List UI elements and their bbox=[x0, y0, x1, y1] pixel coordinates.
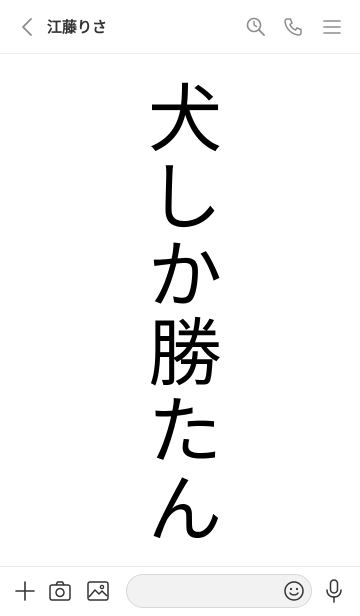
chat-header: 江藤りさ bbox=[0, 0, 360, 54]
search-clock-icon bbox=[246, 17, 265, 36]
search-button[interactable] bbox=[242, 13, 270, 41]
microphone-icon bbox=[326, 579, 342, 603]
camera-icon bbox=[49, 581, 71, 601]
message-char: 犬 bbox=[148, 77, 222, 163]
camera-button[interactable] bbox=[46, 577, 74, 605]
image-button[interactable] bbox=[84, 577, 112, 605]
hamburger-menu-icon bbox=[323, 20, 341, 34]
back-button[interactable] bbox=[14, 13, 40, 41]
message-input-bar bbox=[0, 566, 360, 616]
message-char: ん bbox=[148, 467, 222, 553]
emoji-button[interactable] bbox=[280, 577, 308, 605]
emoji-icon bbox=[284, 581, 304, 601]
phone-icon bbox=[284, 18, 302, 36]
menu-button[interactable] bbox=[318, 13, 346, 41]
message-char: 勝 bbox=[148, 311, 222, 397]
message-char: し bbox=[148, 155, 222, 241]
image-icon bbox=[87, 581, 109, 601]
vertical-message: 犬 し か 勝 た ん bbox=[140, 81, 230, 549]
chat-area: 犬 し か 勝 た ん bbox=[0, 55, 360, 565]
chevron-left-icon bbox=[22, 18, 32, 36]
chat-title: 江藤りさ bbox=[47, 18, 108, 36]
plus-icon bbox=[15, 581, 35, 601]
microphone-button[interactable] bbox=[320, 577, 348, 605]
call-button[interactable] bbox=[279, 13, 307, 41]
message-char: た bbox=[148, 389, 222, 475]
add-button[interactable] bbox=[11, 577, 39, 605]
message-char: か bbox=[148, 233, 222, 319]
